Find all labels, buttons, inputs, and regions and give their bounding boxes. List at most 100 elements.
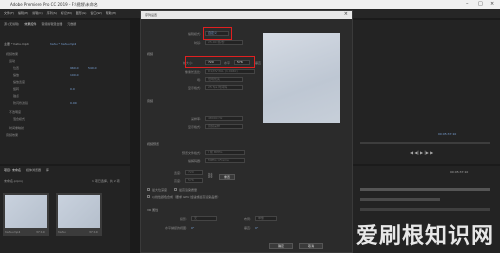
- minimize-icon[interactable]: –: [466, 1, 469, 7]
- dialog-title: 序列设置: [145, 13, 158, 17]
- tab-effect-controls[interactable]: 效果控件: [24, 22, 36, 26]
- vertical-label: 垂直: [255, 61, 262, 65]
- vr-section-title: VR 属性: [147, 208, 159, 212]
- project-item-name: hahu.mp4: [5, 230, 21, 234]
- codec-label: 编解码器:: [187, 159, 201, 163]
- sequence-settings-dialog: 序列设置 × 编辑模式: 自定义 时基: 25.00 帧/秒 视频 帧大小: 7…: [140, 10, 353, 253]
- display-format-label: 显示格式:: [187, 86, 201, 90]
- program-scrubber[interactable]: [360, 142, 490, 144]
- menu-graphics[interactable]: 图形(G): [76, 11, 87, 15]
- menu-sequence[interactable]: 序列(S): [47, 11, 57, 15]
- audio-section-title: 音频: [147, 99, 154, 103]
- edit-mode-highlight: [203, 27, 232, 40]
- h-view-label: 水平捕捉的视图:: [164, 226, 187, 230]
- close-icon[interactable]: ×: [490, 1, 494, 7]
- window-titlebar: Adobe Premiere Pro CC 2019 - F:\视频\未命名 –…: [0, 0, 500, 9]
- fx-row: 旋转: [13, 87, 20, 91]
- fx-value[interactable]: 540.0: [88, 66, 97, 70]
- linear-color-checkbox[interactable]: [147, 195, 150, 198]
- fx-value[interactable]: 0.0: [70, 87, 75, 91]
- pixel-aspect-label: 像素长宽比:: [184, 70, 201, 74]
- fx-row[interactable]: 不透明度: [9, 110, 21, 114]
- program-timecode[interactable]: 00:05:37:10: [438, 132, 456, 136]
- v-view-label: 垂直:: [243, 226, 251, 230]
- display-format-select[interactable]: 25 fps 时间码: [205, 85, 243, 90]
- timeline-track[interactable]: [360, 208, 490, 211]
- tab-library[interactable]: 库: [46, 168, 49, 172]
- menu-clip[interactable]: 剪辑(C): [32, 11, 42, 15]
- fields-select[interactable]: 低场优先: [205, 77, 243, 82]
- project-item-thumbnail[interactable]: [5, 195, 47, 228]
- preview-width-label: 宽度:: [173, 171, 181, 175]
- menu-edit[interactable]: 编辑(E): [18, 11, 28, 15]
- menu-marker[interactable]: 标记(M): [61, 11, 72, 15]
- sample-rate-label: 采样率:: [190, 117, 201, 121]
- sample-rate-select[interactable]: 48000 Hz: [205, 116, 243, 121]
- pixel-aspect-select[interactable]: D1/DV PAL (1.0940): [205, 69, 255, 74]
- project-item-duration: 37:10: [36, 230, 45, 234]
- fx-row: 视频效果: [6, 52, 19, 56]
- menu-file[interactable]: 文件(F): [4, 11, 14, 15]
- fx-row[interactable]: 运动: [9, 59, 15, 63]
- fx-row: 位置: [13, 66, 20, 70]
- fx-row: 混合模式: [13, 117, 26, 121]
- project-item-duration: 37:10: [89, 230, 98, 234]
- clip-name: 主要 * hahu.mp4: [4, 42, 29, 46]
- sequence-name[interactable]: hahu * hahu.mp4: [50, 42, 76, 46]
- projection-label: 投影:: [179, 217, 187, 221]
- effect-controls-panel: 源:(无剪辑) 效果控件 音频剪辑混合器 元数据 主要 * hahu.mp4 h…: [0, 20, 130, 164]
- timeline-track[interactable]: [360, 188, 490, 191]
- preview-height-input[interactable]: 576: [185, 178, 203, 183]
- audio-display-select[interactable]: 音频采样: [205, 124, 243, 129]
- fields-label: 场:: [196, 78, 201, 82]
- ok-button[interactable]: 确定: [269, 243, 293, 249]
- menu-window[interactable]: 窗口(W): [90, 11, 101, 15]
- tab-audio-mixer[interactable]: 音频剪辑混合器: [41, 22, 62, 26]
- watermark-text: 爱刷根知识网: [355, 224, 494, 249]
- codec-select[interactable]: MPEG I-Frame: [205, 158, 245, 163]
- preview-width-input[interactable]: 720: [185, 170, 203, 175]
- selection-count: 1 项已选择，共 2 项: [92, 179, 120, 183]
- edit-mode-label: 编辑模式:: [187, 32, 201, 36]
- tab-media-browser[interactable]: 媒体浏览器: [26, 168, 41, 172]
- playback-controls[interactable]: ◀ ◀| ▶ |▶ ▶: [410, 150, 433, 155]
- max-quality-checkbox[interactable]: [174, 188, 177, 191]
- preview-format-label: 预览文件格式:: [181, 151, 201, 155]
- program-monitor-panel: 00:05:37:10 ◀ ◀| ▶ |▶ ▶: [350, 20, 500, 164]
- fx-row: 缩放: [13, 73, 20, 77]
- timeline-time: 00:05:37:10: [450, 170, 469, 174]
- fx-row[interactable]: 时间重映射: [9, 126, 24, 130]
- h-view-value[interactable]: 0°: [191, 226, 194, 230]
- timeline-track[interactable]: [360, 198, 440, 201]
- reset-button[interactable]: 重置: [219, 174, 235, 180]
- project-tabs: 项目: 未命名 媒体浏览器 库: [4, 168, 53, 172]
- frame-size-highlight: [185, 56, 255, 68]
- tab-source[interactable]: 源:(无剪辑): [4, 22, 19, 26]
- tab-project[interactable]: 项目: 未命名: [4, 168, 21, 172]
- timebase-select[interactable]: 25.00 帧/秒: [205, 40, 243, 45]
- max-depth-label: 最大位深度: [152, 188, 168, 192]
- preview-height-label: 高度:: [173, 179, 181, 183]
- fx-value[interactable]: 960.0: [70, 66, 79, 70]
- v-view-value[interactable]: 0°: [255, 226, 258, 230]
- fx-value[interactable]: 100.0: [70, 73, 79, 77]
- project-item-thumbnail[interactable]: [58, 195, 100, 228]
- preview-format-select[interactable]: I 帧 MPEG: [205, 150, 245, 155]
- dialog-close-icon[interactable]: ×: [344, 12, 348, 17]
- audio-display-label: 显示格式:: [187, 125, 201, 129]
- layout-label: 布局:: [243, 217, 251, 221]
- layout-select[interactable]: 单像: [255, 216, 277, 221]
- preview-section-title: 视频预览: [147, 142, 160, 146]
- panel-tabs: 源:(无剪辑) 效果控件 音频剪辑混合器 元数据: [4, 22, 80, 26]
- link-icon[interactable]: ⛓: [207, 173, 213, 179]
- cancel-button[interactable]: 取消: [299, 243, 323, 249]
- fx-row: 缩放宽度: [13, 80, 26, 84]
- tab-metadata[interactable]: 元数据: [67, 22, 76, 26]
- maximize-icon[interactable]: □: [478, 1, 483, 7]
- max-depth-checkbox[interactable]: [147, 188, 150, 191]
- fx-value[interactable]: 0.00: [70, 101, 77, 105]
- menu-help[interactable]: 帮助(H): [106, 11, 117, 15]
- video-section-title: 视频: [147, 52, 154, 56]
- fx-row: 音频效果: [6, 133, 19, 137]
- fx-row: 锚点: [13, 94, 20, 98]
